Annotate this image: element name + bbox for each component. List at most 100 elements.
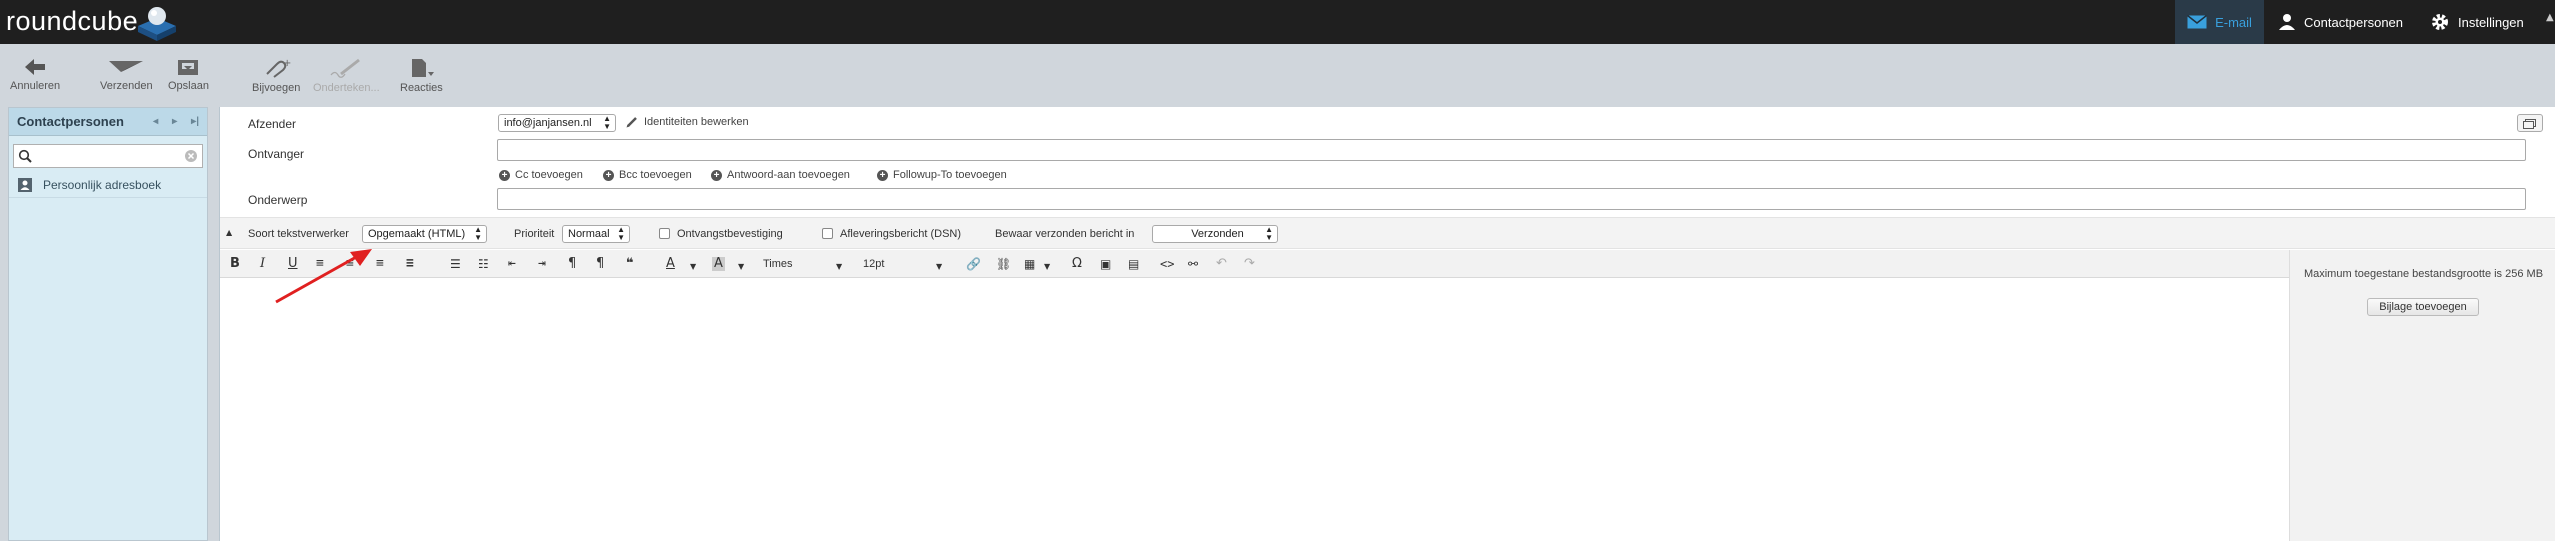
nav-settings-label: Instellingen	[2458, 14, 2524, 30]
responses-button[interactable]: Reacties	[400, 58, 443, 94]
save-sent-label: Bewaar verzonden bericht in	[995, 228, 1135, 240]
caret-up-icon[interactable]: ▲	[2546, 12, 2554, 23]
nav-mail-label: E-mail	[2215, 14, 2252, 30]
search-icon	[18, 149, 32, 163]
top-bar: roundcube E-mail Contactpersonen Instell…	[0, 0, 2555, 44]
save-button[interactable]: Opslaan	[168, 58, 209, 92]
compose-panel: Afzender info@janjansen.nl ▲ ▼ Identiteit…	[219, 107, 2555, 541]
add-attachment-button[interactable]: Bijlage toevoegen	[2367, 298, 2479, 316]
subject-label: Onderwerp	[248, 193, 308, 207]
add-followupto-link[interactable]: + Followup-To toevoegen	[877, 169, 1007, 181]
receipt-checkbox[interactable]	[659, 228, 670, 239]
compose-toolbar: Annuleren Verzenden Opslaan + Bijvoegen …	[0, 44, 2555, 106]
send-button-label: Verzenden	[100, 80, 153, 92]
editor-type-value: Opgemaakt (HTML)	[368, 228, 466, 240]
edit-identities-label: Identiteiten bewerken	[644, 116, 749, 128]
subject-input[interactable]	[497, 188, 2526, 210]
attachment-panel: Maximum toegestane bestandsgrootte is 25…	[2289, 250, 2555, 541]
cancel-button[interactable]: Annuleren	[10, 58, 60, 92]
sidebar-item-personal-addressbook[interactable]: Persoonlijk adresboek	[9, 172, 207, 198]
annotation-arrow	[275, 249, 372, 304]
undo-icon[interactable]: ↶	[1216, 257, 1227, 271]
dsn-checkbox[interactable]	[822, 228, 833, 239]
from-select[interactable]: info@janjansen.nl ▲ ▼	[498, 114, 616, 132]
text-color-icon[interactable]: A	[666, 257, 675, 271]
sign-button[interactable]: Onderteken...	[313, 58, 380, 94]
add-cc-link[interactable]: + Cc toevoegen	[499, 169, 583, 181]
media-icon[interactable]: ▤	[1128, 257, 1139, 271]
contact-search-box[interactable]	[13, 144, 203, 168]
signature-pen-icon	[330, 58, 361, 78]
chevron-down-icon[interactable]: ▼	[836, 260, 842, 274]
roundcube-logo-icon	[138, 7, 176, 41]
bold-icon[interactable]: B	[230, 257, 240, 271]
window-toggle-icon[interactable]	[2517, 114, 2543, 132]
nav-settings[interactable]: Instellingen	[2430, 0, 2524, 44]
priority-value: Normaal	[568, 228, 610, 240]
ltr-icon[interactable]: ¶	[568, 257, 576, 271]
font-size-value: 12pt	[863, 258, 885, 270]
attach-button-label: Bijvoegen	[252, 82, 301, 94]
priority-select[interactable]: Normaal ▲ ▼	[562, 225, 630, 243]
editor-type-label: Soort tekstverwerker	[248, 228, 349, 240]
image-icon[interactable]: ▣	[1100, 257, 1111, 271]
clear-search-icon[interactable]	[184, 149, 198, 163]
link-icon[interactable]: 🔗	[966, 257, 981, 271]
select-arrows-icon: ▲ ▼	[474, 225, 482, 242]
add-bcc-label: Bcc toevoegen	[619, 169, 692, 181]
unlink-icon[interactable]: ⛓	[996, 257, 1011, 271]
send-button[interactable]: Verzenden	[100, 58, 153, 92]
select-arrows-icon: ▲ ▼	[603, 114, 611, 131]
add-bcc-link[interactable]: + Bcc toevoegen	[603, 169, 692, 181]
last-page-icon[interactable]: ▸|	[191, 116, 199, 127]
to-label: Ontvanger	[248, 147, 305, 161]
responses-button-label: Reacties	[400, 82, 443, 94]
special-char-icon[interactable]: Ω	[1072, 257, 1082, 271]
indent-icon[interactable]: ⇥	[538, 257, 546, 271]
gear-icon	[2432, 14, 2448, 30]
source-code-icon[interactable]: <>	[1160, 257, 1174, 271]
chevron-down-icon[interactable]: ▼	[1044, 260, 1050, 274]
align-justify-icon[interactable]: ≡	[406, 257, 414, 271]
bullet-list-icon[interactable]: ☰	[450, 257, 461, 271]
contacts-sidebar: Contactpersonen ◂ ▸ ▸| Persoonlijk adres…	[8, 107, 208, 541]
arrow-left-icon	[25, 59, 46, 75]
plus-circle-icon: +	[499, 169, 510, 181]
save-sent-select[interactable]: Verzonden ▲ ▼	[1152, 225, 1278, 243]
add-cc-label: Cc toevoegen	[515, 169, 583, 181]
rtl-icon[interactable]: ¶	[596, 257, 604, 271]
background-color-icon[interactable]: A	[712, 257, 725, 271]
blockquote-icon[interactable]: ❝	[626, 257, 634, 271]
attach-button[interactable]: + Bijvoegen	[252, 58, 300, 94]
redo-icon[interactable]: ↷	[1244, 257, 1255, 271]
chevron-down-icon[interactable]: ▼	[738, 260, 744, 274]
save-icon	[178, 60, 199, 75]
table-icon[interactable]: ▦	[1024, 257, 1035, 271]
font-family-select[interactable]: Times	[763, 257, 793, 271]
outdent-icon[interactable]: ⇤	[508, 257, 516, 271]
editor-type-select[interactable]: Opgemaakt (HTML) ▲ ▼	[362, 225, 487, 243]
to-input[interactable]	[497, 139, 2526, 161]
addressbook-icon	[18, 177, 32, 192]
edit-identities-link[interactable]: Identiteiten bewerken	[626, 116, 749, 128]
nav-mail[interactable]: E-mail	[2175, 0, 2264, 44]
add-replyto-link[interactable]: + Antwoord-aan toevoegen	[711, 169, 850, 181]
find-replace-icon[interactable]: ⚯	[1188, 257, 1198, 271]
plus-circle-icon: +	[603, 169, 614, 181]
sidebar-title: Contactpersonen	[17, 114, 124, 129]
first-page-icon[interactable]: ◂	[153, 116, 158, 127]
font-size-select[interactable]: 12pt	[863, 257, 884, 271]
sidebar-item-label: Persoonlijk adresboek	[43, 177, 162, 192]
chevron-down-icon[interactable]: ▼	[936, 260, 942, 274]
document-dropdown-icon	[412, 59, 435, 77]
message-body-editor[interactable]	[220, 279, 2289, 541]
add-followupto-label: Followup-To toevoegen	[893, 169, 1007, 181]
prev-page-icon[interactable]: ▸	[172, 116, 177, 127]
italic-icon[interactable]: I	[260, 257, 265, 271]
numbered-list-icon[interactable]: ☷	[478, 257, 489, 271]
collapse-options-icon[interactable]: ▲	[226, 228, 232, 237]
chevron-down-icon[interactable]: ▼	[690, 260, 696, 274]
contact-search-input[interactable]	[34, 147, 184, 165]
nav-contacts[interactable]: Contactpersonen	[2278, 0, 2403, 44]
app-logo[interactable]: roundcube	[6, 6, 138, 37]
